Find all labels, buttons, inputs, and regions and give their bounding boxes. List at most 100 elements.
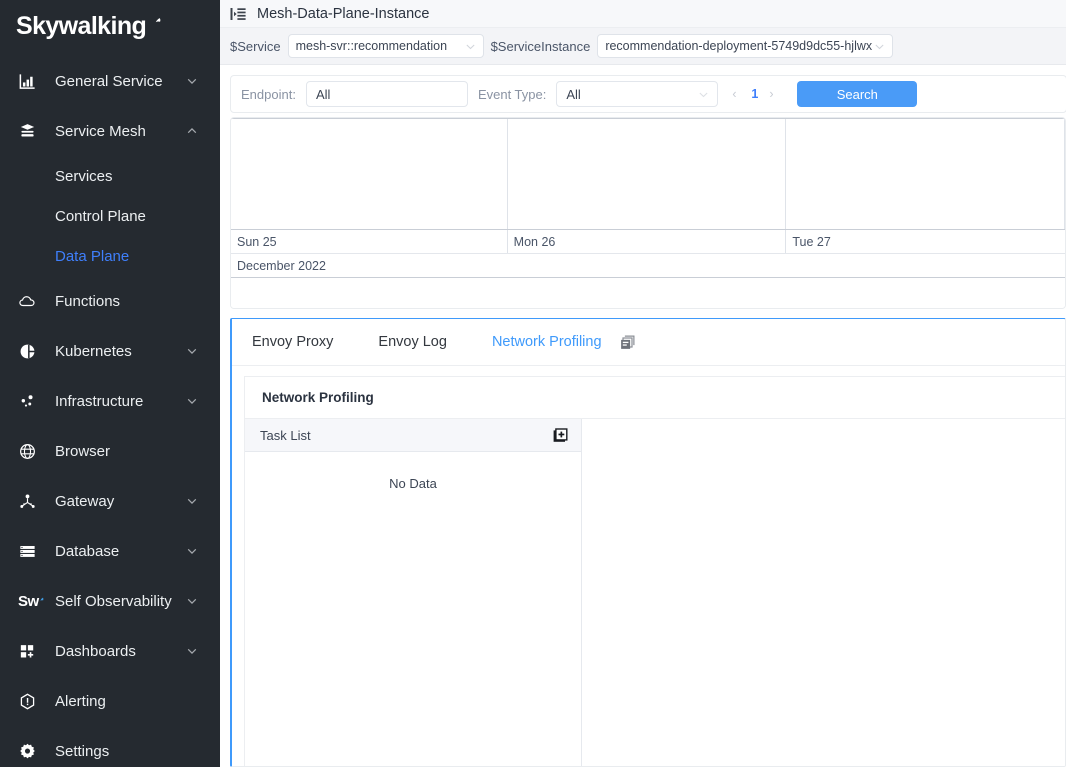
menu-fold-icon[interactable] — [229, 5, 246, 22]
sidebar-item-infrastructure[interactable]: Infrastructure — [0, 376, 220, 426]
kubernetes-pie-icon — [18, 342, 44, 361]
skywalking-sw-icon: Sw — [18, 593, 44, 610]
dashboard-grid-add-icon — [18, 642, 44, 661]
layers-stack-icon — [18, 122, 44, 141]
page-title: Mesh-Data-Plane-Instance — [257, 6, 429, 22]
chevron-down-icon — [186, 495, 198, 507]
params-bar: $Service mesh-svr::recommendation $Servi… — [220, 28, 1066, 65]
sidebar-item-label: Kubernetes — [55, 343, 132, 360]
sidebar-item-label: Database — [55, 543, 119, 560]
event-type-select[interactable]: All — [556, 81, 718, 107]
sidebar-nav: General Service Service Mesh Services — [0, 56, 220, 767]
task-list-label: Task List — [260, 428, 311, 443]
gateway-node-icon — [18, 492, 44, 511]
alert-hexagon-icon — [18, 692, 44, 711]
sidebar-item-label: Dashboards — [55, 643, 136, 660]
task-detail-column — [582, 419, 1065, 766]
pagination-next-button[interactable]: › — [769, 87, 777, 101]
chevron-down-icon — [874, 41, 885, 52]
timeline-plot-area[interactable] — [231, 118, 1065, 230]
sidebar-item-general-service[interactable]: General Service — [0, 56, 220, 106]
timeline-chart: Sun 25 Mon 26 Tue 27 December 2022 — [230, 117, 1066, 309]
chevron-down-icon — [186, 645, 198, 657]
timeline-cell — [231, 119, 508, 229]
chevron-down-icon — [186, 595, 198, 607]
globe-icon — [18, 442, 44, 461]
sidebar-subitem-label: Control Plane — [55, 208, 146, 225]
timeline-day-label: Mon 26 — [514, 235, 556, 249]
sidebar-item-label: Gateway — [55, 493, 114, 510]
sidebar-item-alerting[interactable]: Alerting — [0, 676, 220, 726]
database-list-icon — [18, 542, 44, 561]
dots-cluster-icon — [18, 392, 44, 411]
sidebar-item-services[interactable]: Services — [0, 156, 220, 196]
timeline-day-label: Tue 27 — [792, 235, 830, 249]
network-profiling-panel: Network Profiling Task List — [244, 376, 1065, 766]
gear-icon — [18, 742, 44, 761]
sidebar-item-gateway[interactable]: Gateway — [0, 476, 220, 526]
pagination-page-number[interactable]: 1 — [751, 87, 758, 101]
timeline-footer — [231, 278, 1065, 308]
page-topbar: Mesh-Data-Plane-Instance — [220, 0, 1066, 28]
sidebar-item-label: Browser — [55, 443, 110, 460]
sidebar-item-browser[interactable]: Browser — [0, 426, 220, 476]
tab-label: Envoy Proxy — [252, 334, 333, 350]
copy-icon[interactable] — [620, 335, 635, 350]
brand-logo[interactable]: Skywalking — [0, 0, 220, 52]
chart-bar-icon — [18, 72, 44, 91]
brand-name: Skywalking — [16, 12, 146, 41]
sidebar-item-kubernetes[interactable]: Kubernetes — [0, 326, 220, 376]
sidebar-item-self-observability[interactable]: Sw Self Observability — [0, 576, 220, 626]
sidebar-item-database[interactable]: Database — [0, 526, 220, 576]
timeline-day-label: Sun 25 — [237, 235, 277, 249]
sidebar-item-label: Settings — [55, 743, 109, 760]
endpoint-input[interactable]: All — [306, 81, 468, 107]
timeline-month-label: December 2022 — [231, 254, 1065, 278]
service-instance-select-value: recommendation-deployment-5749d9dc55-hjl… — [605, 39, 890, 53]
sidebar-item-dashboards[interactable]: Dashboards — [0, 626, 220, 676]
tab-label: Network Profiling — [492, 334, 602, 350]
timeline-axis-tick: Mon 26 — [508, 230, 787, 253]
event-type-select-value: All — [566, 87, 580, 102]
pagination: ‹ 1 › — [732, 87, 777, 101]
sidebar-item-service-mesh[interactable]: Service Mesh — [0, 106, 220, 156]
sidebar-item-data-plane[interactable]: Data Plane — [0, 236, 220, 276]
timeline-axis: Sun 25 Mon 26 Tue 27 — [231, 230, 1065, 254]
tab-envoy-log[interactable]: Envoy Log — [378, 334, 447, 350]
sidebar-subitem-label: Data Plane — [55, 248, 129, 265]
service-instance-select[interactable]: recommendation-deployment-5749d9dc55-hjl… — [597, 34, 893, 58]
network-profiling-columns: Task List — [245, 418, 1065, 766]
crescent-moon-icon — [147, 17, 162, 32]
sidebar: Skywalking General Service — [0, 0, 220, 767]
network-profiling-title: Network Profiling — [245, 377, 1065, 418]
instance-param-label: $ServiceInstance — [491, 39, 591, 54]
sidebar-item-label: Alerting — [55, 693, 106, 710]
sidebar-item-functions[interactable]: Functions — [0, 276, 220, 326]
search-button[interactable]: Search — [797, 81, 917, 107]
sidebar-item-label: Functions — [55, 293, 120, 310]
sidebar-item-label: Infrastructure — [55, 393, 143, 410]
timeline-axis-tick: Sun 25 — [231, 230, 508, 253]
tabs-bar: Envoy Proxy Envoy Log Network Profiling — [232, 319, 1065, 366]
task-list-empty-text: No Data — [245, 476, 581, 491]
chevron-down-icon — [186, 545, 198, 557]
pagination-prev-button[interactable]: ‹ — [732, 87, 740, 101]
endpoint-input-value: All — [316, 87, 330, 102]
service-select[interactable]: mesh-svr::recommendation — [288, 34, 484, 58]
service-select-value: mesh-svr::recommendation — [296, 39, 465, 53]
tabs-panel: Envoy Proxy Envoy Log Network Profiling — [230, 318, 1066, 767]
tab-label: Envoy Log — [378, 334, 447, 350]
main-content: Mesh-Data-Plane-Instance $Service mesh-s… — [220, 0, 1066, 767]
chevron-up-icon — [186, 125, 198, 137]
timeline-axis-tick: Tue 27 — [786, 230, 1065, 253]
sidebar-item-control-plane[interactable]: Control Plane — [0, 196, 220, 236]
timeline-cell — [786, 119, 1065, 229]
sidebar-item-label: General Service — [55, 73, 163, 90]
tab-network-profiling[interactable]: Network Profiling — [492, 334, 602, 350]
task-list-column: Task List — [245, 419, 582, 766]
cloud-icon — [18, 292, 44, 311]
copy-add-icon[interactable] — [553, 427, 569, 443]
sidebar-item-settings[interactable]: Settings — [0, 726, 220, 767]
tab-envoy-proxy[interactable]: Envoy Proxy — [252, 334, 333, 350]
sidebar-item-label: Self Observability — [55, 593, 172, 610]
